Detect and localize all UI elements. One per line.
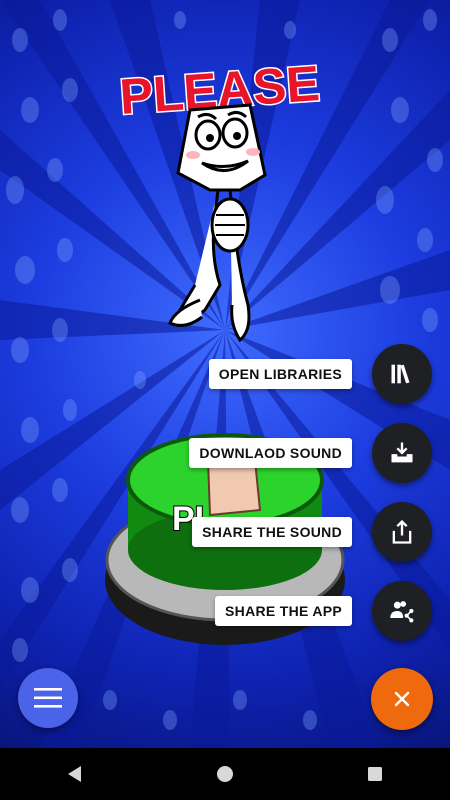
menu-fab[interactable] [18, 668, 78, 728]
share-people-icon [390, 601, 414, 623]
menu-item-open-libraries[interactable]: OPEN LIBRARIES [208, 344, 432, 404]
download-sound-label[interactable]: DOWNLAOD SOUND [189, 438, 352, 468]
share-app-label[interactable]: SHARE THE APP [215, 596, 352, 626]
menu-item-share-sound[interactable]: SHARE THE SOUND [192, 502, 432, 562]
menu-item-download-sound[interactable]: DOWNLAOD SOUND [189, 423, 432, 483]
close-fab[interactable] [371, 668, 433, 730]
open-libraries-label[interactable]: OPEN LIBRARIES [208, 359, 352, 389]
nav-back-button[interactable] [45, 754, 105, 794]
menu-item-share-app[interactable]: SHARE THE APP [215, 581, 432, 641]
back-icon [68, 766, 81, 782]
app-screen: PLEASE PL OPEN LIBRARIES [0, 0, 450, 748]
share-sound-label[interactable]: SHARE THE SOUND [192, 517, 352, 547]
share-app-button[interactable] [372, 581, 432, 641]
system-navigation-bar [0, 748, 450, 800]
download-tray-icon [391, 442, 413, 463]
nav-recents-button[interactable] [345, 754, 405, 794]
please-character-illustration: PLEASE [116, 55, 323, 343]
recents-icon [368, 767, 382, 781]
share-icon [392, 519, 412, 544]
download-sound-button[interactable] [372, 423, 432, 483]
library-icon [391, 364, 410, 384]
open-libraries-button[interactable] [372, 344, 432, 404]
share-sound-button[interactable] [372, 502, 432, 562]
home-icon [217, 766, 233, 782]
close-icon [394, 691, 410, 707]
hamburger-icon [34, 688, 62, 708]
nav-home-button[interactable] [195, 754, 255, 794]
